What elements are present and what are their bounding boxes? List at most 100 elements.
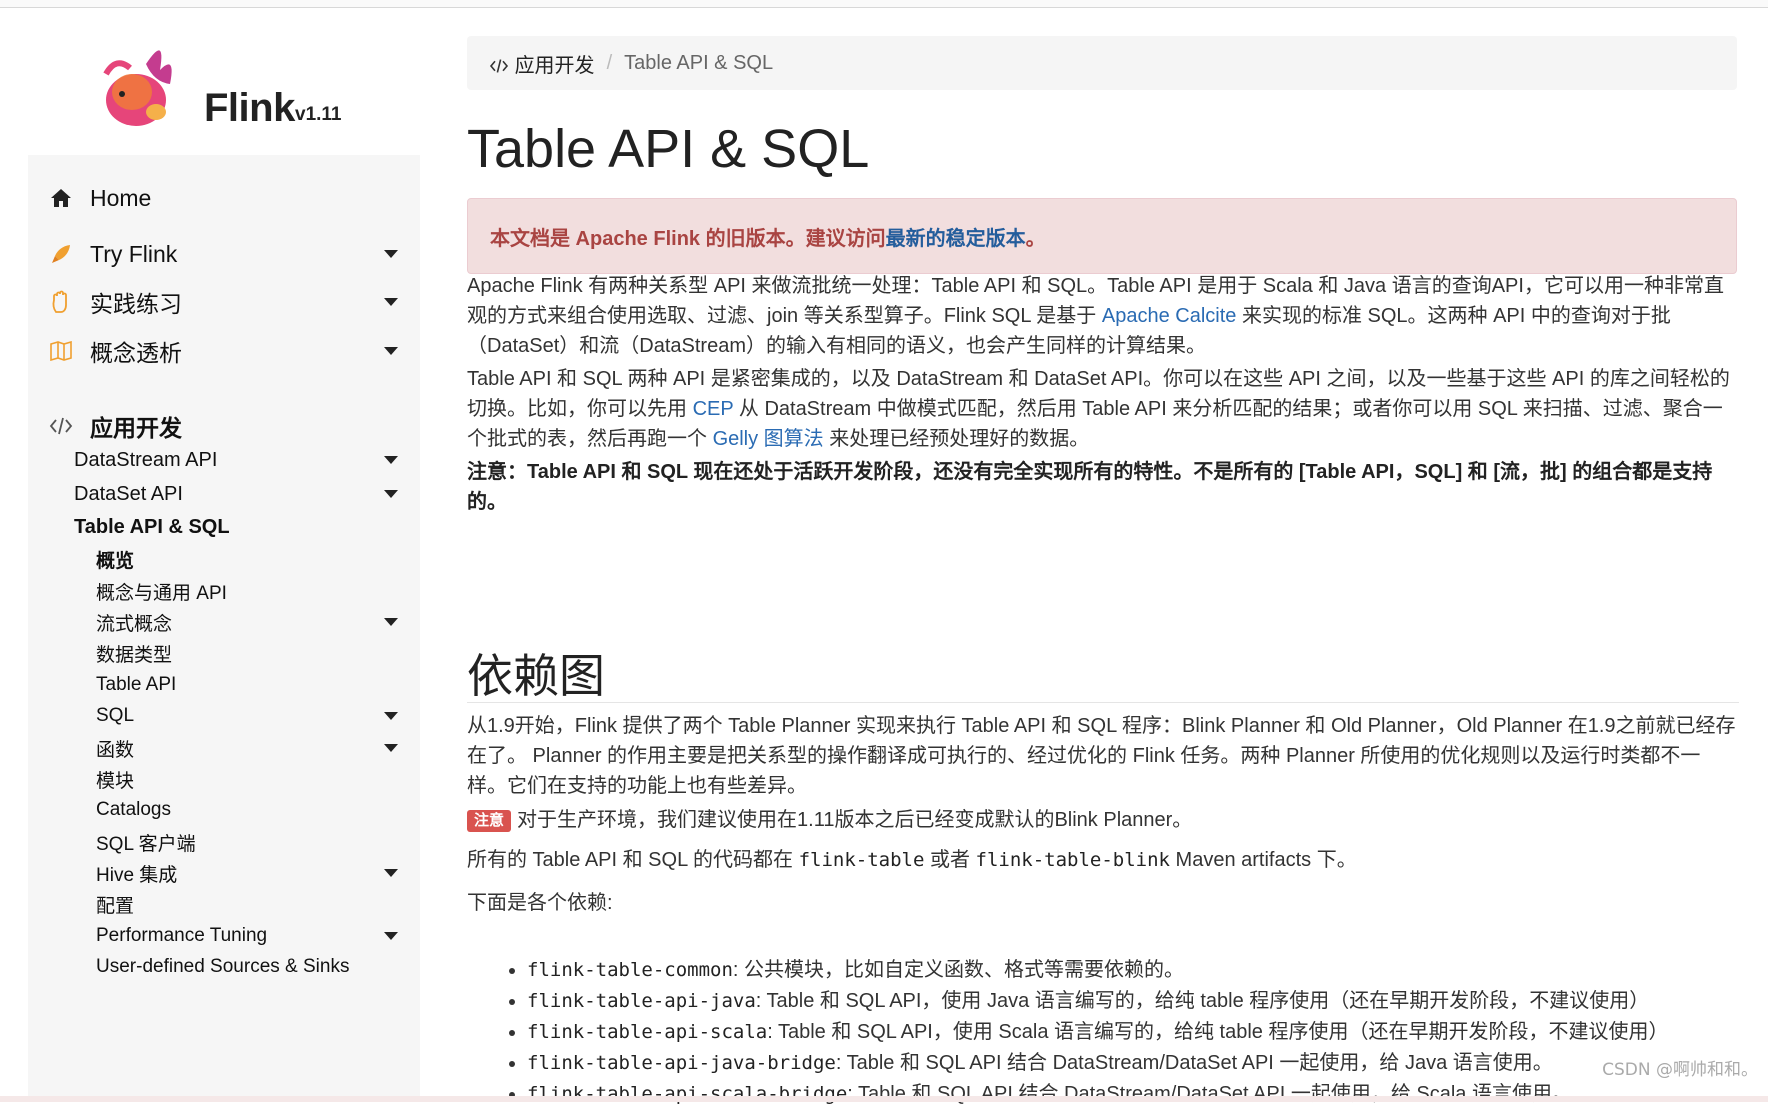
dep-code: flink-table-api-java-bridge [527, 1052, 836, 1074]
intro-paragraph: Apache Flink 有两种关系型 API 来做流批统一处理：Table A… [467, 271, 1739, 361]
sidebar-item-concepts[interactable]: 概念透析 [28, 331, 420, 371]
sidebar-item-home[interactable]: Home [28, 178, 420, 218]
chevron-down-icon[interactable] [384, 298, 398, 306]
page-title: Table API & SQL [467, 119, 870, 179]
alert-tail: 。 [1025, 227, 1046, 250]
sidebar-item-label: Table API [96, 674, 177, 695]
old-version-alert: 本文档是 Apache Flink 的旧版本。建议访问 最新的稳定版本 。 [467, 198, 1737, 274]
sidebar-item-types[interactable]: 数据类型 [28, 636, 420, 670]
sidebar-item-common-api[interactable]: 概念与通用 API [28, 574, 420, 608]
gelly-link[interactable]: Gelly 图算法 [713, 428, 824, 450]
sidebar-item-label: Table API & SQL [74, 515, 230, 538]
chevron-down-icon[interactable] [384, 869, 398, 877]
list-item: flink-table-api-java-bridge: Table 和 SQL… [527, 1048, 1768, 1079]
sidebar-item-overview[interactable]: 概览 [28, 542, 420, 576]
chevron-down-icon[interactable] [384, 712, 398, 720]
sidebar-item-functions[interactable]: 函数 [28, 731, 420, 765]
sidebar-item-label: SQL [96, 705, 135, 726]
integration-paragraph: Table API 和 SQL 两种 API 是紧密集成的，以及 DataStr… [467, 364, 1739, 454]
note-text: 对于生产环境，我们建议使用在1.11版本之后已经变成默认的Blink Plann… [517, 809, 1193, 831]
dep-code: flink-table-api-scala [527, 1021, 768, 1043]
code-flink-table: flink-table [798, 849, 925, 871]
sidebar-item-label: Catalogs [96, 799, 171, 820]
dev-status-note: 注意：Table API 和 SQL 现在还处于活跃开发阶段，还没有完全实现所有… [467, 461, 1713, 513]
sidebar-item-label: 函数 [96, 739, 135, 761]
production-note: 注意 对于生产环境，我们建议使用在1.11版本之后已经变成默认的Blink Pla… [467, 805, 1739, 835]
sidebar-item-label: 配置 [96, 895, 135, 917]
deps-intro: 下面是各个依赖: [467, 892, 613, 914]
sidebar-item-dataset[interactable]: DataSet API [28, 477, 420, 511]
chevron-down-icon[interactable] [384, 250, 398, 258]
code-icon [48, 413, 74, 439]
sidebar-item-try-flink[interactable]: Try Flink [28, 234, 420, 274]
sidebar-item-catalogs[interactable]: Catalogs [28, 793, 420, 827]
sidebar-item-practice[interactable]: 实践练习 [28, 282, 420, 322]
sidebar-item-label: Try Flink [90, 240, 178, 267]
list-item: flink-table-api-scala: Table 和 SQL API，使… [527, 1017, 1768, 1048]
sidebar-item-sql-client[interactable]: SQL 客户端 [28, 825, 420, 859]
chevron-down-icon[interactable] [384, 618, 398, 626]
apache-calcite-link[interactable]: Apache Calcite [1102, 305, 1237, 327]
dep-code: flink-table-api-java [527, 990, 756, 1012]
breadcrumb-current: Table API & SQL [624, 51, 774, 74]
chevron-down-icon[interactable] [384, 490, 398, 498]
sidebar-item-label: 流式概念 [96, 613, 173, 635]
latest-stable-link[interactable]: 最新的稳定版本 [886, 222, 1026, 251]
sidebar-item-label: 实践练习 [90, 291, 182, 317]
para-text: 所有的 Table API 和 SQL 的代码都在 [467, 849, 799, 871]
sidebar-item-sources-sinks[interactable]: User-defined Sources & Sinks [28, 950, 420, 984]
chevron-down-icon[interactable] [384, 932, 398, 940]
cep-link[interactable]: CEP [693, 398, 734, 420]
bottom-edge [0, 1096, 1768, 1102]
sidebar-item-tableapi[interactable]: Table API [28, 668, 420, 702]
brand-name: Flink [204, 86, 295, 130]
dep-desc: : 公共模块，比如自定义函数、格式等需要依赖的。 [732, 959, 1185, 981]
code-icon [489, 59, 509, 73]
sidebar-item-label: 数据类型 [96, 644, 173, 666]
chevron-down-icon[interactable] [384, 744, 398, 752]
list-item: flink-table-api-java: Table 和 SQL API，使用… [527, 986, 1768, 1017]
dep-desc: : Table 和 SQL API，使用 Java 语言编写的，给纯 table… [755, 990, 1650, 1012]
dep-code: flink-table-common [527, 959, 733, 981]
browser-top-edge [0, 0, 1768, 8]
code-flink-table-blink: flink-table-blink [975, 849, 1170, 871]
sidebar-item-modules[interactable]: 模块 [28, 762, 420, 796]
sidebar-item-label: DataStream API [74, 448, 218, 471]
sidebar-item-label: SQL 客户端 [96, 833, 196, 855]
hand-icon [48, 289, 74, 315]
para-text: 或者 [924, 849, 976, 871]
flink-logo[interactable]: Flink v1.11 [96, 34, 342, 134]
note-badge: 注意 [467, 809, 512, 832]
breadcrumb-parent[interactable]: 应用开发 [489, 49, 595, 78]
sidebar-item-performance[interactable]: Performance Tuning [28, 919, 420, 953]
sidebar-item-dev[interactable]: 应用开发 [28, 406, 420, 446]
sidebar-item-label: 概念透析 [90, 340, 182, 366]
sidebar-nav: Home Try Flink 实践练习 概念透析 应用开发 DataStream… [28, 155, 420, 1102]
home-icon [48, 185, 74, 211]
sidebar-item-label: 应用开发 [90, 415, 182, 441]
sidebar-item-streaming[interactable]: 流式概念 [28, 605, 420, 639]
sidebar-item-datastream[interactable]: DataStream API [28, 443, 420, 477]
artifacts-paragraph: 所有的 Table API 和 SQL 的代码都在 flink-table 或者… [467, 845, 1739, 875]
book-icon [48, 338, 74, 364]
sidebar-item-label: User-defined Sources & Sinks [96, 956, 350, 977]
dependency-list: flink-table-common: 公共模块，比如自定义函数、格式等需要依赖… [467, 955, 1768, 1110]
alert-text: 本文档是 Apache Flink 的旧版本。建议访问 [490, 227, 886, 250]
sidebar-item-table-api[interactable]: Table API & SQL [28, 510, 420, 544]
section-heading-dependency: 依赖图 [467, 640, 1739, 703]
sidebar-item-config[interactable]: 配置 [28, 887, 420, 921]
sidebar-item-label: 模块 [96, 770, 135, 792]
rocket-icon [48, 241, 74, 267]
list-item: flink-table-common: 公共模块，比如自定义函数、格式等需要依赖… [527, 955, 1768, 986]
chevron-down-icon[interactable] [384, 456, 398, 464]
dep-desc: : Table 和 SQL API，使用 Scala 语言编写的，给纯 tabl… [767, 1021, 1669, 1043]
breadcrumb-separator: / [606, 51, 613, 74]
dep-desc: : Table 和 SQL API 结合 DataStream/DataSet … [835, 1052, 1553, 1074]
chevron-down-icon[interactable] [384, 347, 398, 355]
sidebar-item-hive[interactable]: Hive 集成 [28, 856, 420, 890]
sidebar-item-label: 概览 [96, 550, 135, 572]
sidebar-item-label: Performance Tuning [96, 925, 268, 946]
sidebar-item-sql[interactable]: SQL [28, 699, 420, 733]
breadcrumb-parent-label: 应用开发 [514, 54, 595, 77]
sidebar-item-label: Home [90, 184, 152, 211]
